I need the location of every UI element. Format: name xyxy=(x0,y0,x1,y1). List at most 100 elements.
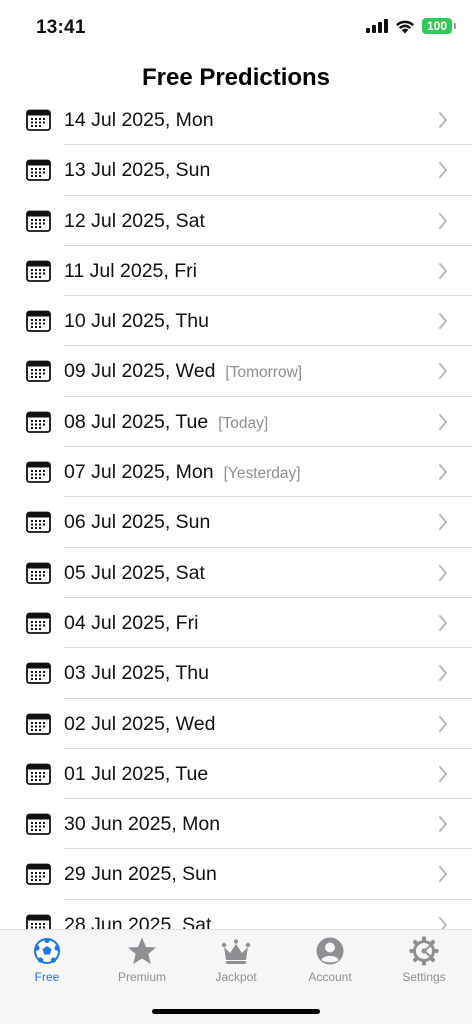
battery-level: 100 xyxy=(426,19,448,33)
chevron-right-icon xyxy=(438,362,448,380)
list-item[interactable]: 12 Jul 2025, Sat xyxy=(0,196,472,247)
list-item-date: 13 Jul 2025, Sun xyxy=(64,159,211,182)
list-item-date: 05 Jul 2025, Sat xyxy=(64,561,205,584)
calendar-icon xyxy=(26,158,51,182)
calendar-icon xyxy=(26,259,51,282)
battery-icon: 100 xyxy=(422,18,456,34)
calendar-icon xyxy=(26,108,51,131)
tab-settings[interactable]: Settings xyxy=(384,936,464,984)
list-item-label: 14 Jul 2025, Mon xyxy=(64,109,214,132)
list-item[interactable]: 11 Jul 2025, Fri xyxy=(0,246,472,297)
chevron-right-icon xyxy=(438,312,448,330)
calendar-icon xyxy=(26,309,51,333)
list-item-label: 04 Jul 2025, Fri xyxy=(64,612,198,635)
list-item[interactable]: 05 Jul 2025, Sat xyxy=(0,548,472,599)
calendar-icon xyxy=(26,209,51,232)
list-item-date: 08 Jul 2025, Tue xyxy=(64,410,209,433)
chevron-right-icon xyxy=(438,865,448,883)
chevron-right-icon xyxy=(438,513,448,531)
home-indicator xyxy=(152,1009,320,1014)
list-item-label: 01 Jul 2025, Tue xyxy=(64,763,208,786)
chevron-right-icon xyxy=(438,262,448,280)
tab-account[interactable]: Account xyxy=(290,936,370,984)
calendar-icon xyxy=(26,862,51,886)
calendar-icon xyxy=(26,561,51,584)
list-item[interactable]: 06 Jul 2025, Sun xyxy=(0,497,472,548)
crown-icon xyxy=(221,936,251,966)
tab-free[interactable]: Free xyxy=(7,936,87,984)
list-item[interactable]: 14 Jul 2025, Mon xyxy=(0,95,472,146)
list-item[interactable]: 28 Jun 2025, Sat xyxy=(0,900,472,929)
list-item[interactable]: 08 Jul 2025, Tue [Today] xyxy=(0,397,472,448)
list-item[interactable]: 30 Jun 2025, Mon xyxy=(0,799,472,850)
list-item-date: 04 Jul 2025, Fri xyxy=(64,611,199,634)
tab-label: Free xyxy=(34,970,60,984)
list-item-date: 03 Jul 2025, Thu xyxy=(64,662,209,685)
tab-label: Settings xyxy=(402,970,446,984)
chevron-right-icon xyxy=(438,715,448,733)
list-item-date: 09 Jul 2025, Wed xyxy=(64,360,216,383)
list-item-label: 06 Jul 2025, Sun xyxy=(64,511,210,534)
list-item[interactable]: 10 Jul 2025, Thu xyxy=(0,296,472,347)
list-item-label: 09 Jul 2025, Wed [Tomorrow] xyxy=(64,360,302,383)
chevron-right-icon xyxy=(438,463,448,481)
tab-label: Account xyxy=(308,970,352,984)
list-item[interactable]: 13 Jul 2025, Sun xyxy=(0,145,472,196)
chevron-right-icon xyxy=(438,564,448,582)
app-screen: 13:41 100 Free Predictions 14 Jul 2025, … xyxy=(0,0,472,1024)
list-item[interactable]: 07 Jul 2025, Mon [Yesterday] xyxy=(0,447,472,498)
calendar-icon xyxy=(26,762,51,785)
list-item-badge: [Tomorrow] xyxy=(225,364,303,382)
chevron-right-icon xyxy=(438,664,448,682)
status-time: 13:41 xyxy=(36,17,86,38)
list-item-label: 28 Jun 2025, Sat xyxy=(64,914,211,929)
list-item-date: 07 Jul 2025, Mon xyxy=(64,461,214,484)
calendar-icon xyxy=(26,410,51,433)
list-item-label: 07 Jul 2025, Mon [Yesterday] xyxy=(64,461,301,484)
list-item-label: 05 Jul 2025, Sat xyxy=(64,562,205,585)
list-item-badge: [Today] xyxy=(218,414,269,432)
person-icon xyxy=(315,936,345,966)
list-item-label: 30 Jun 2025, Mon xyxy=(64,813,220,836)
list-item[interactable]: 03 Jul 2025, Thu xyxy=(0,648,472,699)
calendar-icon xyxy=(26,913,51,929)
tab-label: Premium xyxy=(117,970,166,984)
calendar-icon xyxy=(26,812,51,836)
list-item-date: 14 Jul 2025, Mon xyxy=(64,109,214,131)
calendar-icon xyxy=(26,510,51,534)
calendar-icon xyxy=(26,359,51,383)
list-item-date: 12 Jul 2025, Sat xyxy=(64,209,205,232)
list-item[interactable]: 29 Jun 2025, Sun xyxy=(0,849,472,901)
list-item-date: 06 Jul 2025, Sun xyxy=(64,511,211,534)
list-item[interactable]: 09 Jul 2025, Wed [Tomorrow] xyxy=(0,346,472,398)
list-item[interactable]: 01 Jul 2025, Tue xyxy=(0,749,472,800)
list-item-date: 01 Jul 2025, Tue xyxy=(64,762,209,785)
list-item-label: 10 Jul 2025, Thu xyxy=(64,310,209,333)
prediction-date-list[interactable]: 14 Jul 2025, Mon 13 Jul 2025, Sun 12 Jul… xyxy=(0,95,472,929)
list-item-label: 02 Jul 2025, Wed xyxy=(64,713,215,736)
chevron-right-icon xyxy=(438,765,448,783)
chevron-right-icon xyxy=(438,815,448,833)
calendar-icon xyxy=(26,712,51,735)
tab-premium[interactable]: Premium xyxy=(102,936,182,984)
chevron-right-icon xyxy=(438,614,448,632)
chevron-right-icon xyxy=(438,916,448,929)
list-item-label: 13 Jul 2025, Sun xyxy=(64,159,210,182)
list-item-date: 28 Jun 2025, Sat xyxy=(64,913,212,929)
list-item[interactable]: 04 Jul 2025, Fri xyxy=(0,598,472,649)
list-item-date: 30 Jun 2025, Mon xyxy=(64,813,221,836)
status-bar: 13:41 100 xyxy=(0,0,472,56)
calendar-icon xyxy=(26,661,51,685)
chevron-right-icon xyxy=(438,161,448,179)
wifi-icon xyxy=(395,19,415,34)
list-item-date: 29 Jun 2025, Sun xyxy=(64,863,217,886)
chevron-right-icon xyxy=(438,413,448,431)
list-item-label: 12 Jul 2025, Sat xyxy=(64,210,205,233)
chevron-right-icon xyxy=(438,212,448,230)
list-item[interactable]: 02 Jul 2025, Wed xyxy=(0,699,472,750)
list-item-date: 10 Jul 2025, Thu xyxy=(64,310,209,333)
page-title: Free Predictions xyxy=(141,64,331,91)
list-item-label: 29 Jun 2025, Sun xyxy=(64,863,217,886)
tab-jackpot[interactable]: Jackpot xyxy=(196,936,276,984)
gear-icon xyxy=(409,936,439,966)
